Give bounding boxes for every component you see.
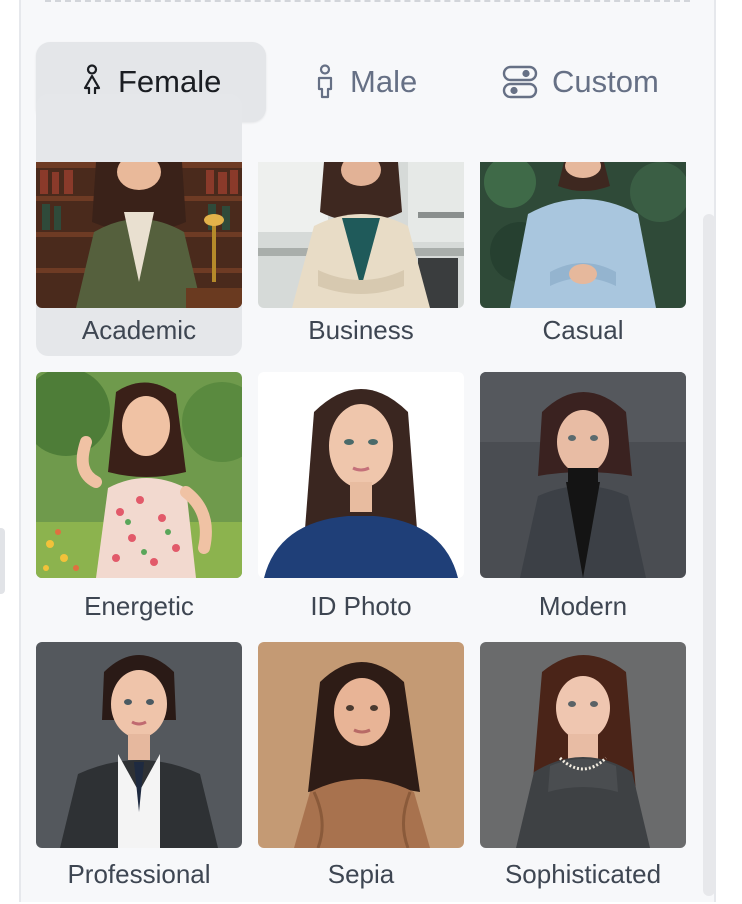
dashed-separator <box>45 0 690 4</box>
academic-thumbnail <box>36 162 242 308</box>
casual-thumbnail <box>480 162 686 308</box>
left-pane-edge <box>0 0 20 902</box>
style-label: Energetic <box>84 591 194 621</box>
style-card-sophisticated[interactable]: Sophisticated <box>480 642 686 904</box>
style-label: Business <box>308 315 414 345</box>
business-thumbnail <box>258 162 464 308</box>
style-label: Sepia <box>327 859 395 889</box>
professional-thumbnail <box>36 642 242 848</box>
style-card-energetic[interactable]: Energetic <box>36 372 242 634</box>
style-card-casual[interactable]: Casual <box>480 94 686 356</box>
style-card-id-photo[interactable]: ID Photo <box>258 372 464 634</box>
style-card-academic[interactable]: Academic <box>36 94 242 356</box>
right-gutter <box>716 0 742 902</box>
style-label: Casual <box>542 315 624 345</box>
style-label: Professional <box>67 859 211 889</box>
style-card-professional[interactable]: Professional <box>36 642 242 904</box>
vertical-scrollbar[interactable] <box>703 214 715 896</box>
resize-handle[interactable] <box>0 528 5 594</box>
style-label: Sophisticated <box>504 859 662 889</box>
sepia-thumbnail <box>258 642 464 848</box>
style-label: Modern <box>538 591 628 621</box>
energetic-thumbnail <box>36 372 242 578</box>
sophisticated-thumbnail <box>480 642 686 848</box>
style-card-business[interactable]: Business <box>258 94 464 356</box>
style-card-modern[interactable]: Modern <box>480 372 686 634</box>
id-photo-thumbnail <box>258 372 464 578</box>
style-card-sepia[interactable]: Sepia <box>258 642 464 904</box>
modern-thumbnail <box>480 372 686 578</box>
style-label: ID Photo <box>310 591 412 621</box>
style-label: Academic <box>81 315 197 345</box>
